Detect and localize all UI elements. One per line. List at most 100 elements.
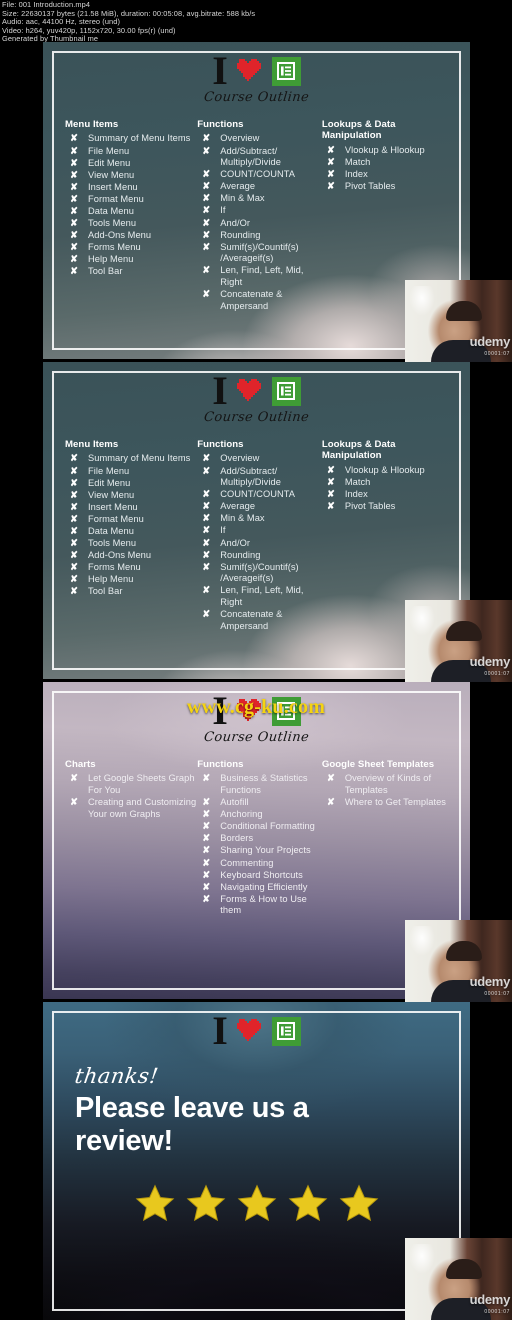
outline-list-item: ✘ And/Or	[197, 218, 322, 230]
outline-list-item: ✘ Conditional Formatting	[197, 821, 322, 833]
outline-item-label: Tool Bar	[88, 266, 123, 277]
x-mark-icon: ✘	[70, 773, 78, 784]
heart-icon	[235, 1017, 265, 1045]
outline-list-item: ✘ Format Menu	[65, 194, 197, 206]
webcam-overlay: udemy 00001:07	[405, 280, 512, 362]
course-logo: I Course Outline	[43, 51, 470, 106]
course-logo: I Course Outline	[43, 691, 470, 746]
star-icon[interactable]	[134, 1183, 176, 1223]
x-mark-icon: ✘	[326, 476, 335, 487]
udemy-brand: udemy	[469, 1292, 511, 1307]
outline-list-item: ✘ COUNT/COUNTA	[197, 489, 322, 501]
webcam-light	[409, 1244, 435, 1274]
x-mark-icon: ✘	[202, 797, 211, 808]
outline-item-label: Where to Get Templates	[344, 797, 447, 808]
x-mark-icon: ✘	[70, 562, 78, 573]
outline-list-item: ✘ Overview	[197, 133, 322, 145]
outline-list-item: ✘ Sumif(s)/Countif(s) /Averageif(s)	[197, 242, 322, 265]
outline-list-item: ✘ Keyboard Shortcuts	[197, 870, 322, 882]
x-mark-icon: ✘	[202, 205, 211, 216]
outline-column-templates: Google Sheet Templates ✘ Overview of Kind…	[322, 759, 456, 918]
outline-item-label: Len, Find, Left, Mid, Right	[220, 265, 304, 288]
outline-list-item: ✘ Summary of Menu Items	[65, 133, 197, 145]
outline-list-item: ✘ Tool Bar	[65, 586, 197, 598]
outline-item-label: Help Menu	[88, 254, 134, 265]
outline-list-item: ✘ Vlookup & Hlookup	[322, 145, 456, 157]
outline-item-label: Tools Menu	[88, 218, 137, 229]
outline-item-label: Vlookup & Hlookup	[344, 464, 425, 475]
outline-item-label: If	[220, 205, 226, 216]
outline-item-label: COUNT/COUNTA	[220, 489, 296, 500]
outline-list-item: ✘ File Menu	[65, 466, 197, 478]
x-mark-icon: ✘	[70, 145, 78, 156]
x-mark-icon: ✘	[326, 489, 335, 499]
outline-list-item: ✘ Forms & How to Use them	[197, 894, 322, 917]
outline-list-item: ✘ Autofill	[197, 797, 322, 809]
outline-list-item: ✘ File Menu	[65, 146, 197, 158]
x-mark-icon: ✘	[326, 181, 335, 192]
x-mark-icon: ✘	[70, 242, 78, 253]
column-heading: Functions	[197, 119, 244, 130]
outline-item-label: Index	[344, 489, 368, 499]
column-heading: Functions	[197, 439, 244, 450]
x-mark-icon: ✘	[70, 465, 78, 476]
x-mark-icon: ✘	[70, 181, 78, 192]
star-icon[interactable]	[185, 1183, 227, 1223]
logo-subtitle: Course Outline	[203, 410, 310, 425]
outline-list-item: ✘ Rounding	[197, 550, 322, 562]
x-mark-icon: ✘	[202, 833, 211, 844]
udemy-brand-sub: 00001:07	[484, 351, 510, 357]
outline-list-item: ✘ Help Menu	[65, 574, 197, 586]
webcam-overlay: udemy 00001:07	[405, 920, 512, 1002]
outline-item-label: Help Menu	[88, 574, 134, 585]
x-mark-icon: ✘	[202, 217, 211, 228]
outline-item-label: Concatenate & Ampersand	[220, 609, 283, 631]
outline-list-item: ✘ View Menu	[65, 490, 197, 502]
outline-list-item: ✘ Tools Menu	[65, 218, 197, 230]
review-headline: Please leave us a review!	[75, 1092, 309, 1157]
x-mark-icon: ✘	[202, 465, 211, 476]
star-rating[interactable]	[43, 1183, 470, 1223]
course-logo: I	[43, 1008, 470, 1053]
webcam-overlay: udemy 00001:07	[405, 600, 512, 682]
outline-list: ✘ Vlookup & Hlookup ✘ Match ✘ Index ✘ Pivot Tab…	[322, 465, 456, 513]
x-mark-icon: ✘	[70, 797, 78, 808]
udemy-brand-sub: 00001:07	[484, 671, 510, 677]
logo-letter-i: I	[212, 1008, 228, 1053]
outline-list-item: ✘ If	[197, 525, 322, 537]
outline-list: ✘ Overview ✘ Add/Subtract/ Multiply/Divide ✘…	[197, 453, 322, 632]
column-heading: Lookups & Data Manipulation	[321, 119, 396, 142]
x-mark-icon: ✘	[202, 561, 211, 572]
outline-list-item: ✘ Forms Menu	[65, 242, 197, 254]
x-mark-icon: ✘	[70, 453, 78, 464]
x-mark-icon: ✘	[70, 254, 78, 265]
outline-item-label: Summary of Menu Items	[88, 453, 191, 464]
outline-list-item: ✘ Where to Get Templates	[322, 797, 456, 809]
x-mark-icon: ✘	[70, 525, 78, 536]
outline-list-item: ✘ Pivot Tables	[322, 501, 456, 513]
course-logo: I Course Outline	[43, 371, 470, 426]
x-mark-icon: ✘	[202, 893, 211, 904]
x-mark-icon: ✘	[70, 205, 78, 216]
star-icon[interactable]	[287, 1183, 329, 1223]
outline-item-label: Format Menu	[88, 193, 144, 204]
outline-item-label: Vlookup & Hlookup	[344, 144, 425, 155]
star-icon[interactable]	[236, 1183, 278, 1223]
outline-item-label: Anchoring	[220, 809, 263, 820]
outline-list-item: ✘ Edit Menu	[65, 158, 197, 170]
outline-list-item: ✘ Add/Subtract/ Multiply/Divide	[197, 146, 322, 169]
outline-list-item: ✘ Insert Menu	[65, 502, 197, 514]
x-mark-icon: ✘	[70, 157, 78, 168]
x-mark-icon: ✘	[70, 266, 78, 277]
udemy-brand: udemy	[469, 974, 511, 989]
thanks-script-text: thanks!	[73, 1064, 161, 1088]
x-mark-icon: ✘	[202, 857, 211, 868]
outline-item-label: Insert Menu	[88, 501, 138, 512]
outline-list-item: ✘ Average	[197, 181, 322, 193]
outline-list-item: ✘ Concatenate & Ampersand	[197, 609, 322, 632]
google-sheets-icon	[271, 1016, 301, 1046]
star-icon[interactable]	[338, 1183, 380, 1223]
x-mark-icon: ✘	[202, 773, 211, 784]
x-mark-icon: ✘	[202, 549, 211, 560]
outline-item-label: Forms & How to Use them	[220, 893, 307, 916]
